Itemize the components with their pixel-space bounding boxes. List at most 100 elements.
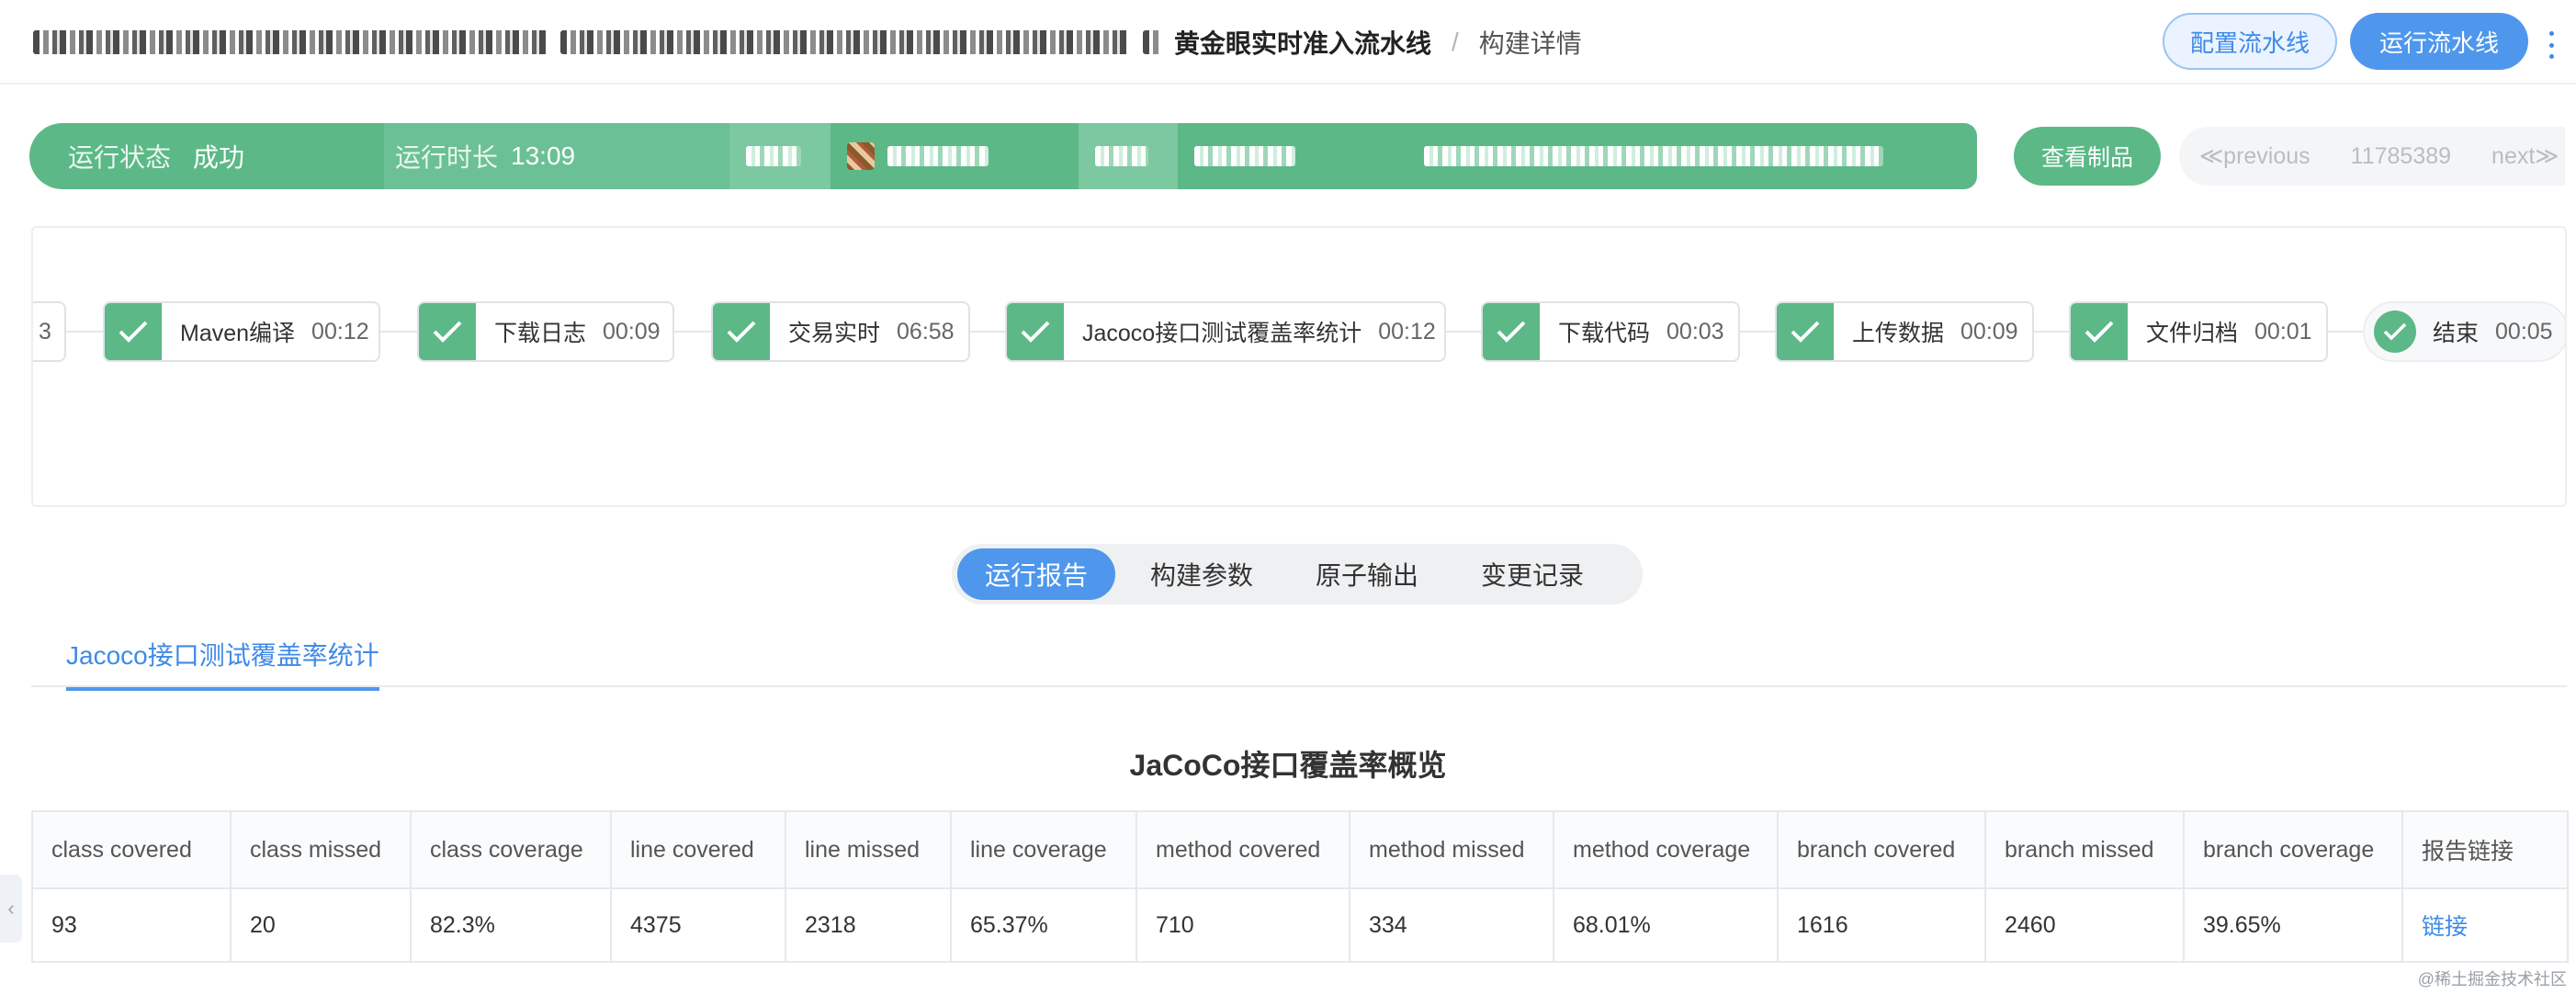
stage-time: 00:12 <box>311 318 369 345</box>
table-cell-link: 链接 <box>2401 887 2569 963</box>
stage-card[interactable]: 交易实时 06:58 <box>711 301 970 362</box>
redacted-field <box>1079 123 1178 189</box>
table-cell: 4375 <box>610 887 786 963</box>
breadcrumb: 黄金眼实时准入流水线 / 构建详情 <box>33 20 1582 64</box>
column-header: method missed <box>1349 810 1554 889</box>
run-pipeline-button[interactable]: 运行流水线 <box>2350 13 2529 70</box>
table-cell: 82.3% <box>410 887 612 963</box>
run-state-label: 运行状态 <box>68 143 172 172</box>
view-artifacts-button[interactable]: 查看制品 <box>2014 127 2161 186</box>
stage-card-end[interactable]: 结束 00:05 <box>2363 301 2565 362</box>
build-status-bar: 运行状态 成功 运行时长 13:09 <box>29 123 1977 189</box>
table-cell: 2460 <box>1984 887 2185 963</box>
check-icon <box>105 303 162 360</box>
breadcrumb-separator: / <box>1452 28 1459 56</box>
column-header: 报告链接 <box>2401 810 2569 889</box>
check-circle-icon <box>2374 311 2416 353</box>
configure-pipeline-button[interactable]: 配置流水线 <box>2163 13 2338 70</box>
coverage-table: class covered class missed class coverag… <box>31 810 2569 963</box>
table-header-row: class covered class missed class coverag… <box>31 810 2569 889</box>
stage-card[interactable]: Maven编译 00:12 <box>103 301 380 362</box>
stage-name: 下载代码 <box>1558 321 1651 346</box>
avatar <box>847 142 875 170</box>
column-header: line coverage <box>950 810 1137 889</box>
run-state: 运行状态 成功 <box>29 123 384 189</box>
run-duration-value: 13:09 <box>511 141 576 170</box>
check-icon <box>1007 303 1064 360</box>
table-cell: 710 <box>1135 887 1350 963</box>
stage-card[interactable]: 文件归档 00:01 <box>2069 301 2328 362</box>
column-header: class missed <box>230 810 412 889</box>
stage-name: Jacoco接口测试覆盖率统计 <box>1082 321 1362 346</box>
column-header: branch missed <box>1984 810 2185 889</box>
column-header: line missed <box>785 810 952 889</box>
stage-card[interactable]: 上传数据 00:09 <box>1775 301 2034 362</box>
stage-time: 00:09 <box>603 318 661 345</box>
stage-card-partial[interactable]: 3 <box>33 301 66 362</box>
check-icon <box>1777 303 1834 360</box>
stage-time: 00:09 <box>1960 318 2018 345</box>
stage-card[interactable]: Jacoco接口测试覆盖率统计 00:12 <box>1005 301 1446 362</box>
stage-name: 文件归档 <box>2146 321 2239 346</box>
tab-run-report[interactable]: 运行报告 <box>957 548 1116 600</box>
breadcrumb-current: 构建详情 <box>1478 29 1582 58</box>
redacted-breadcrumb-segment <box>1143 30 1161 54</box>
breadcrumb-pipeline-name[interactable]: 黄金眼实时准入流水线 <box>1174 24 1431 61</box>
column-header: branch covered <box>1777 810 1986 889</box>
table-cell: 65.37% <box>950 887 1137 963</box>
stage-time: 3 <box>39 318 51 345</box>
tab-build-params[interactable]: 构建参数 <box>1123 548 1281 600</box>
table-cell: 334 <box>1349 887 1554 963</box>
table-cell: 68.01% <box>1553 887 1779 963</box>
stage-card[interactable]: 下载代码 00:03 <box>1481 301 1740 362</box>
build-number: 11785389 <box>2350 142 2452 169</box>
run-duration-label: 运行时长 <box>395 143 499 172</box>
tab-atom-output[interactable]: 原子输出 <box>1288 548 1446 600</box>
collapse-sidebar-chevron-left-icon[interactable]: ‹ <box>0 875 22 943</box>
stage-name: Maven编译 <box>180 321 296 346</box>
check-icon <box>419 303 476 360</box>
stage-name: 交易实时 <box>788 321 881 346</box>
stage-time: 06:58 <box>897 318 955 345</box>
tab-change-log[interactable]: 变更记录 <box>1453 548 1611 600</box>
report-link[interactable]: 链接 <box>2422 914 2468 940</box>
stage-time: 00:01 <box>2254 318 2312 345</box>
redacted-breadcrumb-segment[interactable] <box>33 30 548 54</box>
footer-watermark: @稀土掘金技术社区 <box>2417 970 2567 988</box>
stage-card[interactable]: 下载日志 00:09 <box>417 301 674 362</box>
pipeline-stages-panel[interactable]: 3 Maven编译 00:12 下载日志 00:09 交易实时 06:58 Ja… <box>31 226 2567 507</box>
next-build-link[interactable]: next≫ <box>2491 142 2559 170</box>
table-cell: 93 <box>31 887 232 963</box>
stage-name: 下载日志 <box>494 321 587 346</box>
check-icon <box>713 303 770 360</box>
report-subtabs: Jacoco接口测试覆盖率统计 <box>31 625 2567 691</box>
stage-name: 结束 <box>2433 321 2480 346</box>
run-state-value: 成功 <box>193 143 245 172</box>
top-header: 黄金眼实时准入流水线 / 构建详情 配置流水线 运行流水线 <box>0 0 2576 85</box>
column-header: method covered <box>1135 810 1350 889</box>
check-icon <box>1483 303 1540 360</box>
table-cell: 39.65% <box>2183 887 2403 963</box>
more-menu-icon[interactable] <box>2547 31 2556 59</box>
check-icon <box>2071 303 2128 360</box>
column-header: class coverage <box>410 810 612 889</box>
table-cell: 20 <box>230 887 412 963</box>
stage-time: 00:12 <box>1378 318 1436 345</box>
stage-time: 00:05 <box>2495 318 2553 345</box>
table-cell: 2318 <box>785 887 952 963</box>
subtab-jacoco[interactable]: Jacoco接口测试覆盖率统计 <box>66 636 379 691</box>
column-header: method coverage <box>1553 810 1779 889</box>
table-cell: 1616 <box>1777 887 1986 963</box>
table-row: 93 20 82.3% 4375 2318 65.37% 710 334 68.… <box>31 887 2569 963</box>
build-pager: ≪previous 11785389 next≫ <box>2179 127 2565 186</box>
redacted-breadcrumb-segment[interactable] <box>560 30 1130 54</box>
column-header: line covered <box>610 810 786 889</box>
redacted-commit-message <box>1178 123 1977 189</box>
previous-build-link[interactable]: ≪previous <box>2199 142 2310 170</box>
detail-tabs: 运行报告 构建参数 原子输出 变更记录 <box>952 544 1643 604</box>
report-title: JaCoCo接口覆盖率概览 <box>1129 749 1447 782</box>
stage-name: 上传数据 <box>1852 321 1945 346</box>
column-header: class covered <box>31 810 232 889</box>
stage-time: 00:03 <box>1666 318 1724 345</box>
run-duration: 运行时长 13:09 <box>384 123 729 189</box>
